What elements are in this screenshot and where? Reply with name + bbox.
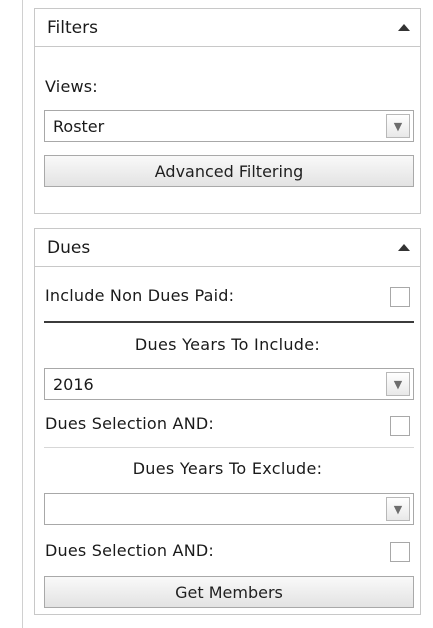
views-label: Views: bbox=[45, 77, 98, 96]
collapse-up-icon[interactable] bbox=[398, 244, 410, 251]
dropdown-chevron-icon[interactable]: ▼ bbox=[386, 114, 410, 138]
selection-divider bbox=[44, 447, 414, 448]
filters-panel-header[interactable]: Filters bbox=[35, 9, 420, 47]
dues-years-include-label: Dues Years To Include: bbox=[134, 335, 321, 354]
dues-panel: Dues Include Non Dues Paid: Dues Years T… bbox=[34, 228, 421, 615]
collapse-up-icon[interactable] bbox=[398, 24, 410, 31]
filters-panel-title: Filters bbox=[47, 17, 98, 38]
advanced-filtering-button-label: Advanced Filtering bbox=[154, 161, 304, 181]
dues-years-exclude-label: Dues Years To Exclude: bbox=[132, 459, 323, 478]
dues-selection-and-label-1: Dues Selection AND: bbox=[45, 414, 214, 433]
dues-years-include-select[interactable]: 2016 ▼ bbox=[44, 368, 414, 400]
advanced-filtering-button[interactable]: Advanced Filtering bbox=[44, 155, 414, 187]
dropdown-chevron-icon[interactable]: ▼ bbox=[386, 497, 410, 521]
views-select-value: Roster bbox=[53, 116, 105, 136]
dues-years-include-value: 2016 bbox=[53, 374, 94, 394]
get-members-button-label: Get Members bbox=[175, 582, 283, 602]
filters-panel: Filters Views: Roster ▼ Advanced Filteri… bbox=[34, 8, 421, 214]
dues-years-exclude-select[interactable]: ▼ bbox=[44, 493, 414, 525]
dues-selection-and-checkbox-2[interactable] bbox=[390, 542, 410, 562]
get-members-button[interactable]: Get Members bbox=[44, 576, 414, 608]
include-non-dues-paid-checkbox[interactable] bbox=[390, 287, 410, 307]
include-divider bbox=[44, 321, 414, 323]
views-select[interactable]: Roster ▼ bbox=[44, 110, 414, 142]
dues-panel-title: Dues bbox=[47, 237, 91, 258]
dues-selection-and-checkbox-1[interactable] bbox=[390, 416, 410, 436]
dropdown-chevron-icon[interactable]: ▼ bbox=[386, 372, 410, 396]
include-non-dues-paid-label: Include Non Dues Paid: bbox=[45, 286, 235, 305]
dues-selection-and-label-2: Dues Selection AND: bbox=[45, 541, 214, 560]
dues-panel-header[interactable]: Dues bbox=[35, 229, 420, 267]
